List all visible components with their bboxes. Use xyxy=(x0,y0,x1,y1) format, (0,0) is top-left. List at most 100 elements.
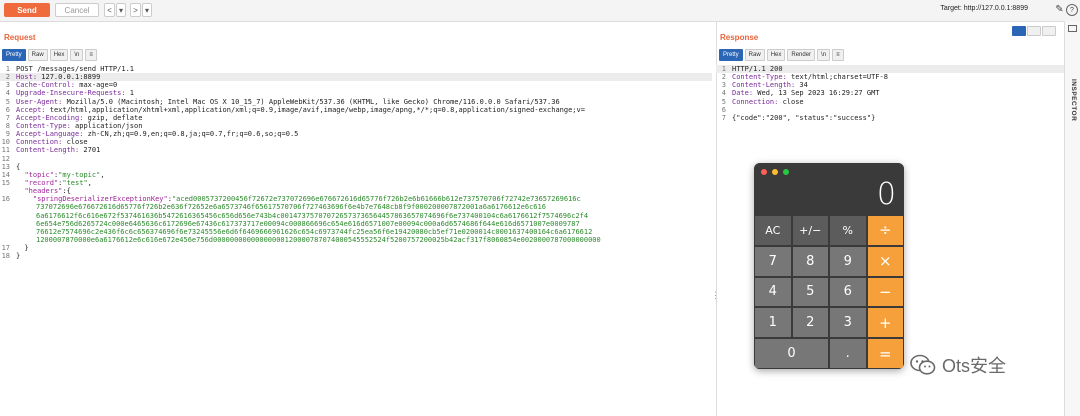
header-name: Content-Length: xyxy=(16,146,80,155)
calc-key-plus[interactable]: + xyxy=(866,307,904,339)
header-name: User-Agent: xyxy=(16,97,63,106)
calc-key-4[interactable]: 4 xyxy=(754,276,792,308)
line-content: User-Agent: Mozilla/5.0 (Macintosh; Inte… xyxy=(16,98,560,106)
request-line: 1200007870000e6a6176612e6c616e672e456e75… xyxy=(0,236,712,244)
line-number: 6 xyxy=(5,105,10,114)
response-tab-4[interactable]: \n xyxy=(817,49,831,61)
request-tab-1[interactable]: Raw xyxy=(27,49,48,61)
inspector-sidebar[interactable]: INSPECTOR xyxy=(1064,21,1080,416)
layout-vertical-button[interactable] xyxy=(1027,26,1041,36)
request-tab-2[interactable]: Hex xyxy=(49,49,69,61)
line-content: Content-Length: 2701 xyxy=(16,146,100,154)
calc-key-sign[interactable]: +∕− xyxy=(791,215,829,246)
request-line: 8 Content-Type: application/json xyxy=(0,122,712,130)
layout-single-button[interactable] xyxy=(1042,26,1056,36)
response-tab-2[interactable]: Hex xyxy=(766,49,786,61)
json-trailing: , xyxy=(87,178,92,187)
line-content: 76612e7574696c2e436f6c6c656374696f6e7324… xyxy=(36,228,592,236)
line-text: { xyxy=(16,162,21,171)
target-label[interactable]: Target: http://127.0.0.1:8899 xyxy=(940,5,1028,12)
line-text: HTTP/1.1 200 xyxy=(732,65,783,73)
forward-button[interactable]: > xyxy=(130,3,141,17)
request-line: 11 Content-Length: 2701 xyxy=(0,146,712,154)
watermark-text: Ots安全 xyxy=(942,356,1007,376)
header-name: Date: xyxy=(732,89,754,98)
response-tab-3[interactable]: Render xyxy=(787,49,816,61)
request-line: 9 Accept-Language: zh-CN,zh;q=0.9,en;q=0.… xyxy=(0,130,712,138)
line-number: 2 xyxy=(721,73,726,82)
calc-key-7[interactable]: 7 xyxy=(754,245,792,277)
request-line: 6 Accept: text/html,application/xhtml+xml… xyxy=(0,106,712,114)
json-value: "my-topic" xyxy=(58,170,101,179)
line-content: Content-Length: 34 xyxy=(732,81,808,89)
header-value: 34 xyxy=(795,81,808,90)
calc-key-ac[interactable]: AC xyxy=(754,215,792,246)
calc-key-divide[interactable]: ÷ xyxy=(866,215,904,246)
line-text: } xyxy=(16,244,29,253)
header-name: Content-Type: xyxy=(732,73,787,82)
calc-key-2[interactable]: 2 xyxy=(791,307,829,339)
line-content: } xyxy=(16,244,29,253)
response-tab-5[interactable]: ≡ xyxy=(832,49,844,61)
request-line: 1 POST /messages/send HTTP/1.1 xyxy=(0,65,712,73)
header-value: zh-CN,zh;q=0.9,en;q=0.8,ja;q=0.7,fr;q=0.… xyxy=(83,130,299,139)
request-tab-0[interactable]: Pretty xyxy=(2,49,26,61)
line-number: 18 xyxy=(1,252,10,261)
calc-key-1[interactable]: 1 xyxy=(754,307,792,339)
minimize-window-icon[interactable] xyxy=(772,169,778,175)
response-line: 5 Connection: close xyxy=(716,98,1064,106)
line-number: 1 xyxy=(5,65,10,73)
edit-target-icon[interactable]: ✎ xyxy=(1053,3,1066,16)
line-number: 2 xyxy=(5,73,10,82)
calculator-window[interactable]: 0 AC +∕−% ÷ 7 8 9 × 4 5 6− 1 2 3 +0. = xyxy=(754,163,904,369)
close-window-icon[interactable] xyxy=(761,169,767,175)
response-editor[interactable]: 1 HTTP/1.1 200 2 Content-Type: text/html;ch… xyxy=(716,65,1064,122)
response-view-tabs: Pretty Raw Hex Render \n ≡ xyxy=(719,49,844,61)
line-number: 8 xyxy=(5,121,10,130)
header-name: Content-Length: xyxy=(732,81,796,90)
layout-side-by-side-button[interactable] xyxy=(1012,26,1026,36)
calc-key-0[interactable]: 0 xyxy=(754,338,829,369)
calc-key-equals[interactable]: = xyxy=(866,338,904,369)
line-content: Connection: close xyxy=(16,138,88,146)
line-number: 3 xyxy=(5,81,10,90)
request-tab-4[interactable]: ≡ xyxy=(85,49,97,61)
inspector-label[interactable]: INSPECTOR xyxy=(1070,79,1077,121)
request-editor[interactable]: 1 POST /messages/send HTTP/1.1 2 Host: 127.… xyxy=(0,65,712,260)
line-content: Cache-Control: max-age=0 xyxy=(16,81,117,89)
line-number: 10 xyxy=(1,138,10,147)
forward-history-dropdown[interactable]: ▾ xyxy=(142,3,152,17)
line-number: 3 xyxy=(721,81,726,90)
calc-key-8[interactable]: 8 xyxy=(791,245,829,277)
calc-key-minus[interactable]: − xyxy=(866,276,904,308)
line-number: 15 xyxy=(1,178,10,187)
zoom-window-icon[interactable] xyxy=(783,169,789,175)
calc-key-5[interactable]: 5 xyxy=(791,276,829,308)
cancel-button[interactable]: Cancel xyxy=(55,3,99,17)
calc-key-3[interactable]: 3 xyxy=(829,307,867,339)
calc-key-multiply[interactable]: × xyxy=(866,245,904,277)
send-button[interactable]: Send xyxy=(4,3,50,17)
header-value: 1 xyxy=(125,89,135,98)
calc-key-percent[interactable]: % xyxy=(829,215,867,246)
line-content: Content-Type: text/html;charset=UTF-8 xyxy=(732,73,888,81)
header-name: Connection: xyxy=(732,97,779,106)
response-tab-1[interactable]: Raw xyxy=(744,49,765,61)
json-key: "record" xyxy=(24,178,59,187)
request-pane-title: Request xyxy=(4,33,36,42)
back-history-dropdown[interactable]: ▾ xyxy=(116,3,126,17)
calculator-value: 0 xyxy=(876,177,896,212)
calc-key-decimal[interactable]: . xyxy=(829,338,867,369)
line-content: 1200007870000e6a6176612e6c616e672e456e75… xyxy=(36,236,601,244)
header-value: close xyxy=(62,138,88,147)
calc-key-6[interactable]: 6 xyxy=(829,276,867,308)
inspector-panel-icon[interactable] xyxy=(1068,25,1077,32)
help-icon[interactable]: ? xyxy=(1066,4,1078,16)
toolbar: Send Cancel < ▾ > ▾ Target: http://127.0… xyxy=(0,0,1080,22)
line-content: HTTP/1.1 200 xyxy=(732,65,783,73)
request-tab-3[interactable]: \n xyxy=(70,49,84,61)
back-button[interactable]: < xyxy=(104,3,115,17)
calc-key-9[interactable]: 9 xyxy=(829,245,867,277)
response-pane-title: Response xyxy=(720,33,759,42)
response-tab-0[interactable]: Pretty xyxy=(719,49,743,61)
